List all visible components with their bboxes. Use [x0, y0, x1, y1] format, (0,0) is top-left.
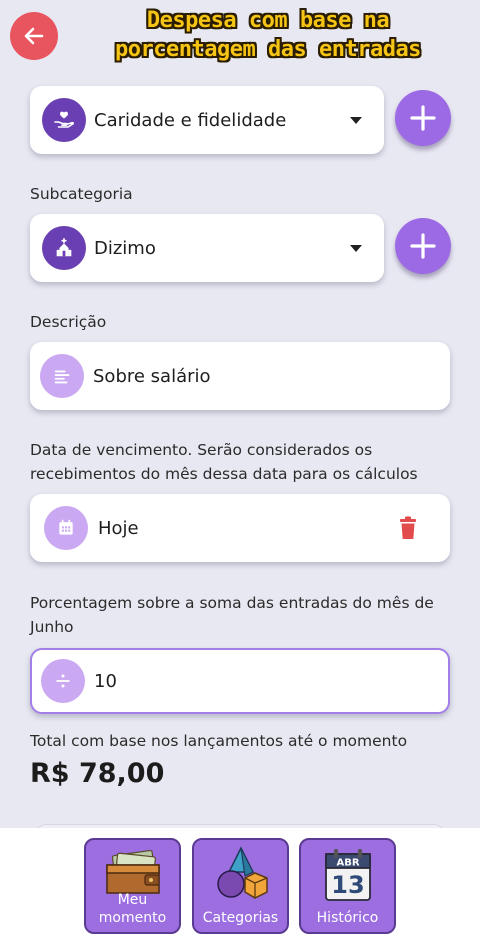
plus-icon	[410, 105, 436, 131]
nav-meu-momento-label: Meu momento	[86, 891, 179, 927]
calendar-page-icon: ABR 13	[301, 846, 394, 902]
total-value: R$ 78,00	[30, 758, 165, 789]
percentage-label: Porcentagem sobre a soma das entradas do…	[30, 591, 434, 639]
nav-meu-momento-label-line2: momento	[98, 910, 167, 926]
subcategory-select[interactable]: Dizimo	[30, 214, 384, 282]
due-date-value: Hoje	[98, 517, 139, 539]
nav-meu-momento-label-line1: Meu	[117, 892, 148, 908]
nav-historico-label: Histórico	[301, 909, 394, 927]
back-button[interactable]	[10, 12, 58, 60]
total-label: Total com base nos lançamentos até o mom…	[30, 732, 408, 750]
category-value: Caridade e fidelidade	[94, 109, 287, 131]
church-icon	[42, 226, 86, 270]
percentage-label-line1: Porcentagem sobre a soma das entradas do…	[30, 594, 434, 612]
due-date-label: Data de vencimento. Serão considerados o…	[30, 438, 418, 486]
percentage-input[interactable]: 10	[30, 648, 450, 714]
bottom-nav: Meu momento Categorias ABR 13 Histórico	[0, 828, 480, 950]
subcategory-value: Dizimo	[94, 237, 156, 259]
text-lines-icon	[40, 354, 84, 398]
plus-icon	[410, 233, 436, 259]
calendar-day-text: 13	[331, 871, 364, 899]
nav-categorias-label: Categorias	[194, 909, 287, 927]
chevron-down-icon	[350, 117, 362, 124]
add-subcategory-button[interactable]	[395, 218, 451, 274]
description-field[interactable]: Sobre salário	[30, 342, 450, 410]
charity-hand-heart-icon	[42, 98, 86, 142]
due-date-field[interactable]: Hoje	[30, 494, 450, 562]
description-value: Sobre salário	[93, 365, 211, 387]
due-date-label-line1: Data de vencimento. Serão considerados o…	[30, 441, 373, 459]
description-label: Descrição	[30, 313, 107, 331]
shapes-icon	[194, 846, 287, 902]
trash-icon[interactable]	[398, 516, 418, 544]
nav-categorias-label-text: Categorias	[202, 910, 279, 926]
nav-historico-label-text: Histórico	[316, 910, 379, 926]
page-title-line1: Despesa com base na	[146, 8, 390, 33]
page-title: Despesa com base na porcentagem das entr…	[62, 6, 474, 64]
due-date-label-line2: recebimentos do mês dessa data para os c…	[30, 465, 418, 483]
chevron-down-icon	[350, 245, 362, 252]
nav-historico[interactable]: ABR 13 Histórico	[299, 838, 396, 934]
calendar-month-text: ABR	[336, 858, 359, 869]
category-select[interactable]: Caridade e fidelidade	[30, 86, 384, 154]
nav-meu-momento[interactable]: Meu momento	[84, 838, 181, 934]
nav-categorias[interactable]: Categorias	[192, 838, 289, 934]
arrow-left-icon	[24, 27, 44, 45]
header: Despesa com base na porcentagem das entr…	[0, 0, 480, 70]
percentage-label-line2: Junho	[30, 618, 74, 636]
percentage-value: 10	[94, 670, 117, 692]
divide-icon	[41, 659, 85, 703]
add-category-button[interactable]	[395, 90, 451, 146]
calendar-icon	[44, 506, 88, 550]
page-title-line2: porcentagem das entradas	[115, 37, 421, 62]
subcategory-label: Subcategoria	[30, 185, 133, 203]
